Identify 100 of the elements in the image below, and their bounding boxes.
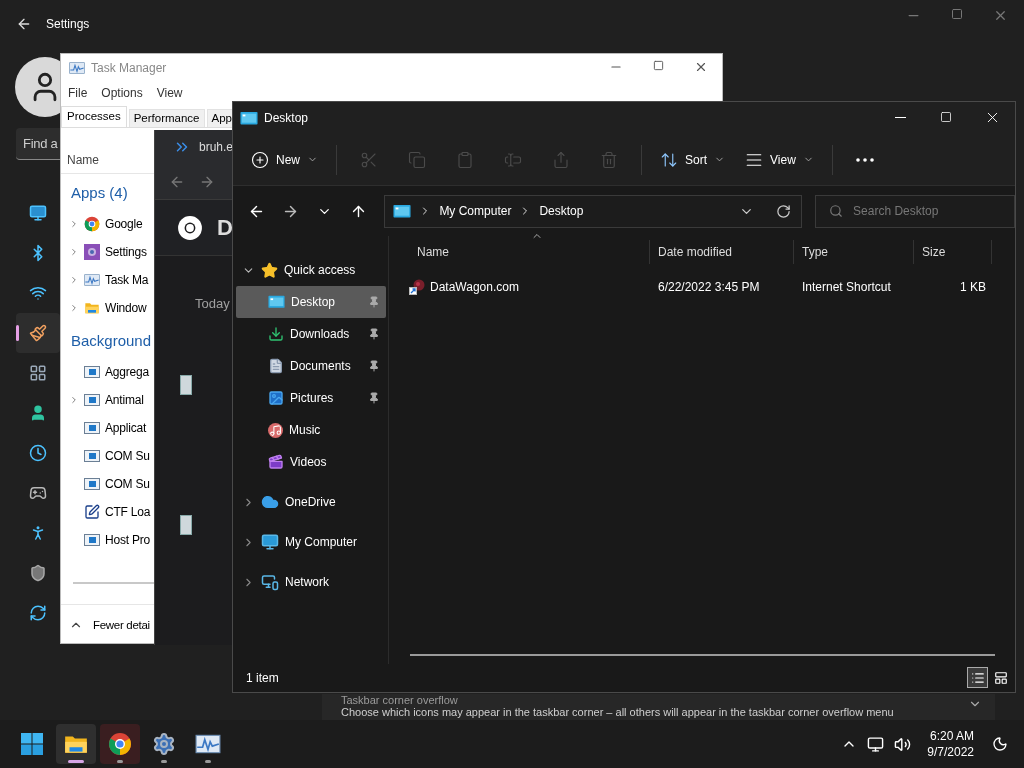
maximize-icon[interactable] (653, 60, 664, 71)
shortcut-icon (409, 279, 425, 295)
new-button[interactable]: New (243, 141, 326, 178)
maximize-icon[interactable] (951, 8, 963, 20)
monitor-folder-icon (268, 295, 285, 309)
file-icon (180, 375, 192, 395)
scrollbar[interactable] (410, 654, 995, 656)
taskbar-app[interactable] (56, 724, 96, 764)
column-header[interactable]: Name (67, 153, 99, 167)
gear-tile-icon (84, 244, 100, 260)
column-header[interactable]: Name (409, 240, 650, 264)
details-view-button[interactable] (967, 667, 988, 688)
folder-icon (84, 300, 100, 316)
view-button[interactable]: View (737, 141, 822, 178)
card-description: Choose which icons may appear in the taskbar corner – all others will appear in the taskbar corner overflow menu (341, 706, 894, 719)
tab[interactable]: Processes (61, 106, 127, 127)
card-title: Taskbar corner overflow (341, 694, 458, 706)
clock[interactable]: 6:20 AM 9/7/2022 (927, 728, 974, 760)
tree-item[interactable]: Music (236, 414, 386, 446)
process-name: CTF Loa (105, 505, 151, 519)
process-name: Host Pro (105, 533, 151, 547)
service-window-icon (84, 448, 100, 464)
nav-item[interactable] (16, 313, 60, 353)
gamepad-icon (29, 484, 47, 502)
minimize-icon (894, 116, 906, 118)
apps-grid-icon (29, 364, 47, 382)
tab[interactable]: App (206, 109, 232, 127)
process-name: Google (105, 217, 143, 231)
process-name: Task Ma (105, 273, 149, 287)
address-bar[interactable]: My Computer Desktop (384, 194, 803, 228)
chrome-logo-icon (177, 214, 203, 241)
chrome-logo-icon (84, 216, 100, 232)
tree-item[interactable]: OneDrive (236, 486, 386, 518)
network-computer-icon (261, 573, 279, 591)
shield-icon (29, 564, 47, 582)
date-cell-text: 6/22/2022 3:45 PM (657, 280, 761, 294)
tab-title[interactable]: bruh.e (199, 140, 234, 154)
group-title: Apps (4) (71, 184, 128, 201)
pen-square-icon (84, 504, 100, 520)
process-name: COM Su (105, 477, 150, 491)
service-window-icon (84, 532, 100, 548)
wifi-icon (29, 284, 47, 302)
expand-chevron-icon[interactable] (69, 274, 79, 286)
expand-chevron-icon[interactable] (69, 302, 79, 314)
monitor-folder-icon (240, 110, 258, 126)
person-icon (29, 404, 47, 422)
menu-item[interactable]: View (156, 86, 183, 100)
monitor-icon (29, 204, 47, 222)
expand-chevron-icon[interactable] (69, 246, 79, 258)
search-field[interactable]: Find a (16, 128, 60, 160)
tab[interactable]: Performance (128, 109, 205, 127)
close-icon[interactable] (993, 8, 1008, 23)
activity-chart-icon (69, 60, 85, 76)
network-icon[interactable] (867, 735, 885, 753)
clock-icon (29, 444, 47, 462)
expand-chevron-icon[interactable] (69, 218, 79, 230)
service-window-icon (84, 392, 100, 408)
breadcrumb[interactable]: My Computer (439, 204, 512, 218)
section-label: Today (195, 296, 230, 311)
paintbrush-icon (29, 324, 47, 342)
sort-button[interactable]: Sort (652, 141, 734, 178)
volume-icon[interactable] (894, 735, 912, 753)
process-name: COM Su (105, 449, 150, 463)
column-header[interactable]: Type (794, 240, 914, 264)
windows-start-icon (20, 732, 44, 756)
page-heading: D (217, 214, 233, 241)
activity-chart-icon (84, 272, 100, 288)
close-icon[interactable] (694, 60, 708, 74)
star-icon (261, 261, 278, 279)
search-field[interactable]: Search Desktop (815, 194, 1015, 228)
tree-item[interactable]: Pictures (236, 382, 386, 414)
settings-card[interactable]: Taskbar corner overflow Choose which icons may appear in the taskbar corner – all others will appear in the taskbar corner overflow menu (322, 694, 995, 720)
tree-item[interactable]: Documents (236, 350, 386, 382)
time: 6:20 AM (929, 728, 974, 744)
tree-item[interactable]: Downloads (236, 318, 386, 350)
date: 9/7/2022 (927, 744, 974, 760)
refresh-icon[interactable] (776, 203, 792, 219)
tree-item[interactable]: Quick access (236, 254, 386, 286)
monitor-folder-icon (393, 203, 412, 219)
music-note-icon (268, 422, 283, 438)
column-header[interactable]: Date modified (650, 240, 794, 264)
video-icon (268, 454, 284, 470)
tree-item[interactable]: My Computer (236, 526, 386, 558)
menu-item[interactable]: File (68, 86, 88, 100)
window-title: Task Manager (91, 61, 167, 75)
service-window-icon (84, 476, 100, 492)
column-header[interactable]: Size (914, 240, 992, 264)
maximize-icon (940, 111, 952, 123)
cloud-icon (261, 493, 279, 511)
service-window-icon (84, 420, 100, 436)
expand-chevron-icon[interactable] (69, 394, 79, 406)
breadcrumb[interactable]: Desktop (539, 204, 584, 218)
tree-item[interactable]: Videos (236, 446, 386, 478)
menu-item[interactable]: Options (101, 86, 143, 100)
tree-item[interactable]: Network (236, 566, 386, 598)
size-cell-text: 1 KB (959, 280, 987, 294)
tree-item[interactable]: Desktop (236, 286, 386, 318)
taskbar-app[interactable] (100, 724, 140, 764)
moon-icon[interactable] (992, 736, 1008, 752)
fewer-details-link[interactable]: Fewer detai (93, 618, 150, 631)
